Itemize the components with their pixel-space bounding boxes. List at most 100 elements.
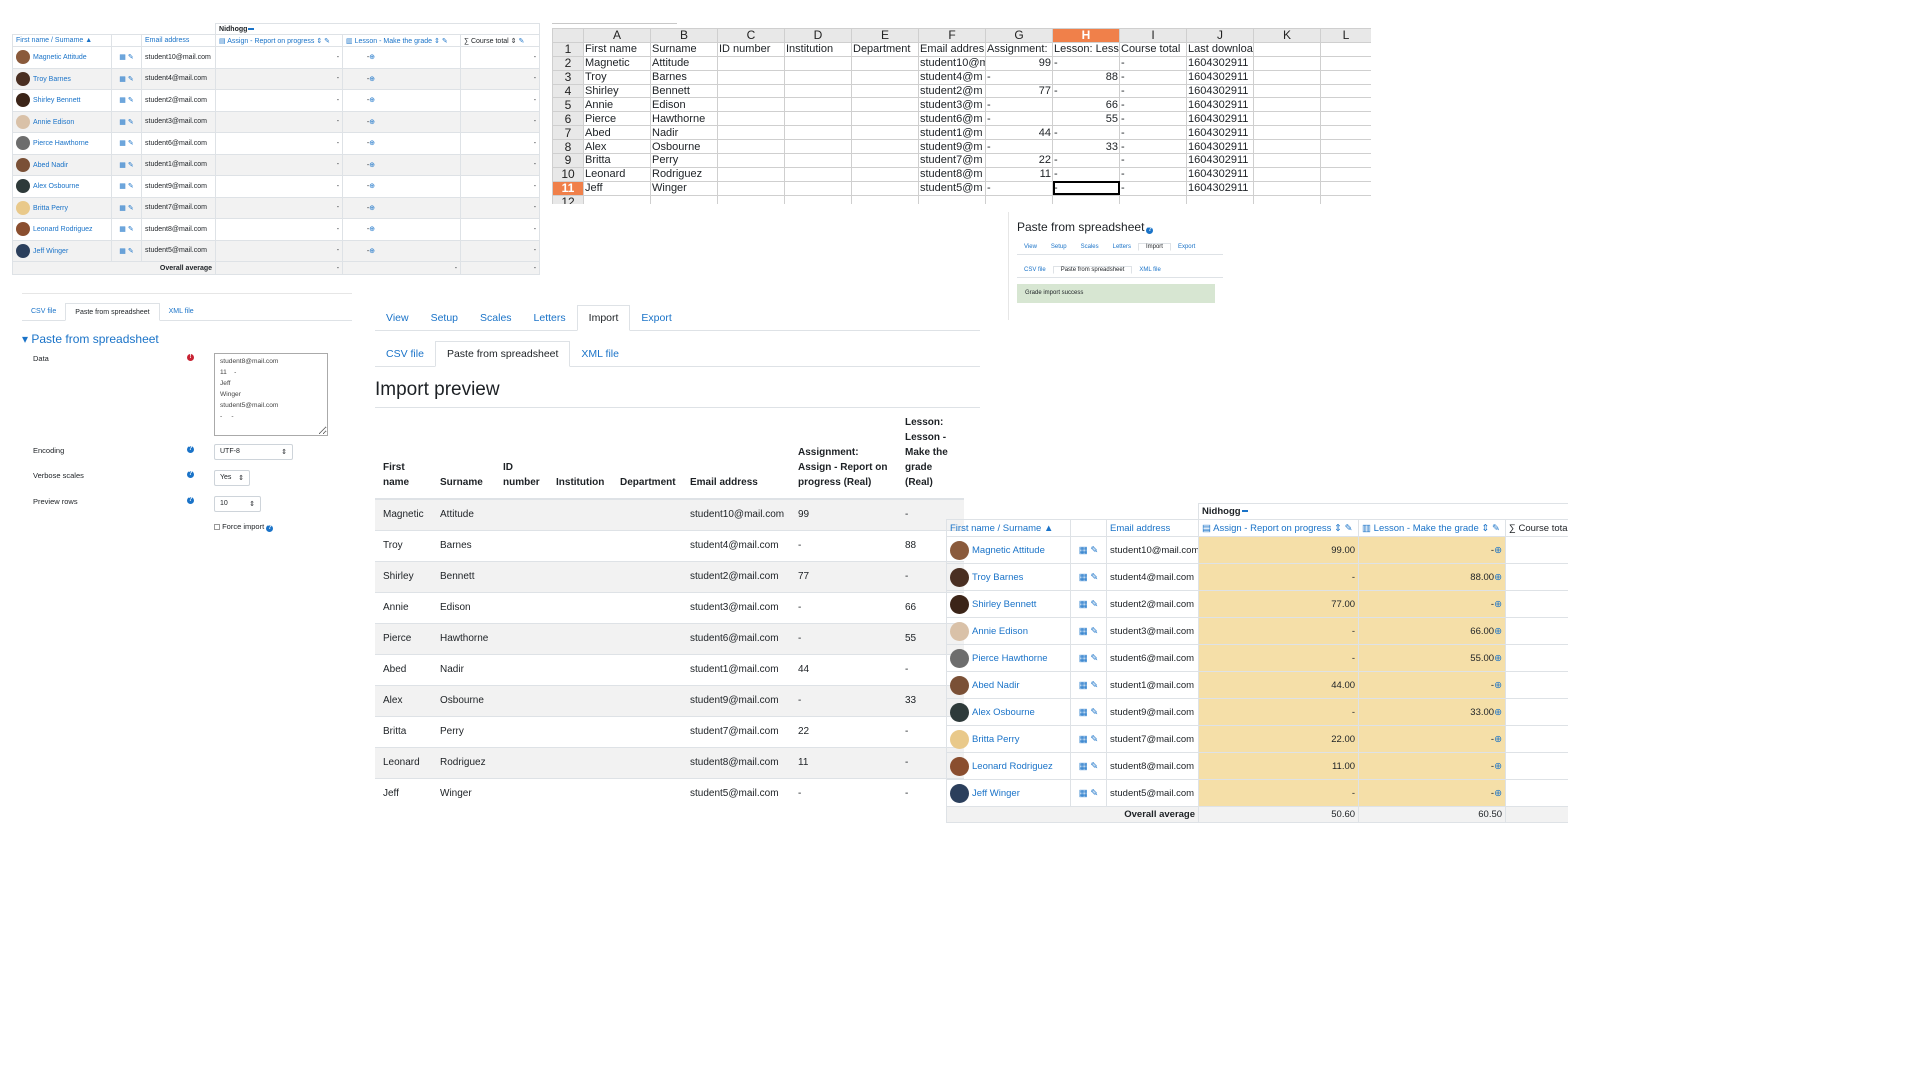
column-header[interactable]: F — [918, 28, 986, 43]
row-actions[interactable]: ▦ ✎ — [111, 239, 142, 262]
lesson-grade[interactable]: -⊕ — [342, 110, 462, 133]
edit-icon[interactable]: ✎ — [1090, 707, 1098, 718]
student-name[interactable]: Abed Nadir — [12, 153, 112, 176]
column-header[interactable]: E — [851, 28, 919, 43]
tab-view[interactable]: View — [1017, 244, 1044, 250]
assign-grade[interactable]: - — [215, 89, 344, 112]
form-legend[interactable]: ▾ Paste from spreadsheet — [22, 332, 159, 346]
tab-setup[interactable]: Setup — [1044, 244, 1074, 250]
lesson-grade[interactable]: -⊕ — [1358, 752, 1507, 780]
edit-icon[interactable]: ✎ — [128, 140, 134, 147]
grade-analysis-zoom-icon[interactable]: ⊕ — [369, 140, 375, 147]
cell[interactable] — [1253, 153, 1321, 168]
grade-analysis-icon[interactable]: ▦ — [119, 140, 128, 147]
cell[interactable] — [1320, 180, 1371, 196]
cell[interactable]: student1@m — [918, 125, 986, 141]
cell[interactable] — [784, 139, 852, 155]
cell[interactable]: 1604302911 — [1186, 55, 1254, 71]
cell[interactable]: Attitude — [650, 55, 718, 71]
cell[interactable] — [717, 125, 785, 141]
cell[interactable]: - — [1052, 180, 1120, 196]
cell[interactable] — [1253, 41, 1321, 57]
student-name[interactable]: Alex Osbourne — [946, 698, 1071, 726]
cell[interactable]: Magnetic — [583, 55, 651, 71]
lesson-grade[interactable]: 33.00⊕ — [1358, 698, 1507, 726]
assign-grade[interactable]: - — [215, 239, 344, 262]
cell[interactable]: student8@m — [918, 166, 986, 182]
assign-grade[interactable]: - — [215, 67, 344, 90]
edit-icon[interactable]: ✎ — [128, 162, 134, 169]
cell[interactable]: - — [1119, 111, 1187, 127]
cell[interactable]: 99 — [985, 55, 1053, 71]
help-icon[interactable]: ? — [187, 446, 194, 453]
cell[interactable]: 1604302911 — [1186, 111, 1254, 127]
cell[interactable]: Email addres — [918, 41, 986, 57]
assign-grade[interactable]: - — [215, 46, 344, 69]
cell[interactable] — [1253, 111, 1321, 127]
cell[interactable]: - — [1119, 180, 1187, 196]
cell[interactable] — [1253, 139, 1321, 155]
help-icon[interactable]: ? — [187, 471, 194, 478]
cell[interactable] — [1253, 97, 1321, 113]
lesson-column-header[interactable]: ▥ Lesson - Make the grade ⇕ ✎ — [1358, 519, 1507, 537]
cell[interactable]: 22 — [985, 153, 1053, 168]
edit-icon[interactable]: ✎ — [1090, 788, 1098, 799]
grade-analysis-icon[interactable]: ▦ — [1079, 761, 1091, 772]
cell[interactable] — [784, 125, 852, 141]
cell[interactable]: Bennett — [650, 83, 718, 99]
row-header[interactable]: 3 — [552, 69, 584, 85]
cell[interactable]: Alex — [583, 139, 651, 155]
cell[interactable] — [1320, 166, 1371, 182]
cell[interactable] — [1320, 69, 1371, 85]
cell[interactable] — [717, 83, 785, 99]
grade-analysis-icon[interactable]: ▦ — [119, 119, 128, 126]
cell[interactable] — [1253, 194, 1321, 204]
cell[interactable]: student2@m — [918, 83, 986, 99]
edit-icon[interactable]: ✎ — [128, 183, 134, 190]
edit-icon[interactable]: ✎ — [1090, 626, 1098, 637]
cell[interactable]: - — [1052, 125, 1120, 141]
assign-grade[interactable]: 77.00 — [1198, 590, 1360, 618]
cell[interactable]: 44 — [985, 125, 1053, 141]
grade-analysis-icon[interactable]: ▦ — [1079, 653, 1091, 664]
row-actions[interactable]: ▦ ✎ — [1070, 563, 1107, 591]
cell[interactable]: - — [1052, 166, 1120, 182]
cell[interactable]: Annie — [583, 97, 651, 113]
cell[interactable]: First name — [583, 41, 651, 57]
assign-grade[interactable]: - — [1198, 563, 1360, 591]
assign-column-header[interactable]: ▤ Assign - Report on progress ⇕ ✎ — [1198, 519, 1360, 537]
lesson-grade[interactable]: -⊕ — [342, 196, 462, 219]
cell[interactable] — [851, 139, 919, 155]
cell[interactable] — [650, 194, 718, 204]
column-header[interactable]: A — [583, 28, 651, 43]
cell[interactable]: 77 — [985, 83, 1053, 99]
row-actions[interactable]: ▦ ✎ — [1070, 725, 1107, 753]
cell[interactable] — [1186, 194, 1254, 204]
row-header[interactable]: 7 — [552, 125, 584, 141]
lesson-grade[interactable]: -⊕ — [1358, 671, 1507, 699]
tab-csv-file[interactable]: CSV file — [375, 341, 435, 366]
cell[interactable] — [1320, 111, 1371, 127]
cell[interactable] — [851, 166, 919, 182]
cell[interactable]: Hawthorne — [650, 111, 718, 127]
cell[interactable]: student9@m — [918, 139, 986, 155]
lesson-grade[interactable]: 66.00⊕ — [1358, 617, 1507, 645]
grade-analysis-zoom-icon[interactable]: ⊕ — [369, 162, 375, 169]
cell[interactable]: - — [1119, 97, 1187, 113]
total-column-header[interactable]: ∑ Course total ⇕ ✎ — [460, 34, 541, 47]
cell[interactable]: Nadir — [650, 125, 718, 141]
assign-grade[interactable]: - — [215, 132, 344, 155]
cell[interactable] — [784, 180, 852, 196]
cell[interactable] — [1253, 180, 1321, 196]
cell[interactable]: - — [1119, 139, 1187, 155]
row-actions[interactable]: ▦ ✎ — [1070, 617, 1107, 645]
cell[interactable]: Jeff — [583, 180, 651, 196]
tab-csv-file[interactable]: CSV file — [22, 303, 65, 320]
cell[interactable] — [717, 153, 785, 168]
cell[interactable]: - — [1052, 153, 1120, 168]
cell[interactable] — [784, 153, 852, 168]
grade-analysis-zoom-icon[interactable]: ⊕ — [1494, 626, 1502, 637]
grade-analysis-icon[interactable]: ▦ — [119, 76, 128, 83]
column-header[interactable]: J — [1186, 28, 1254, 43]
cell[interactable]: - — [1119, 153, 1187, 168]
